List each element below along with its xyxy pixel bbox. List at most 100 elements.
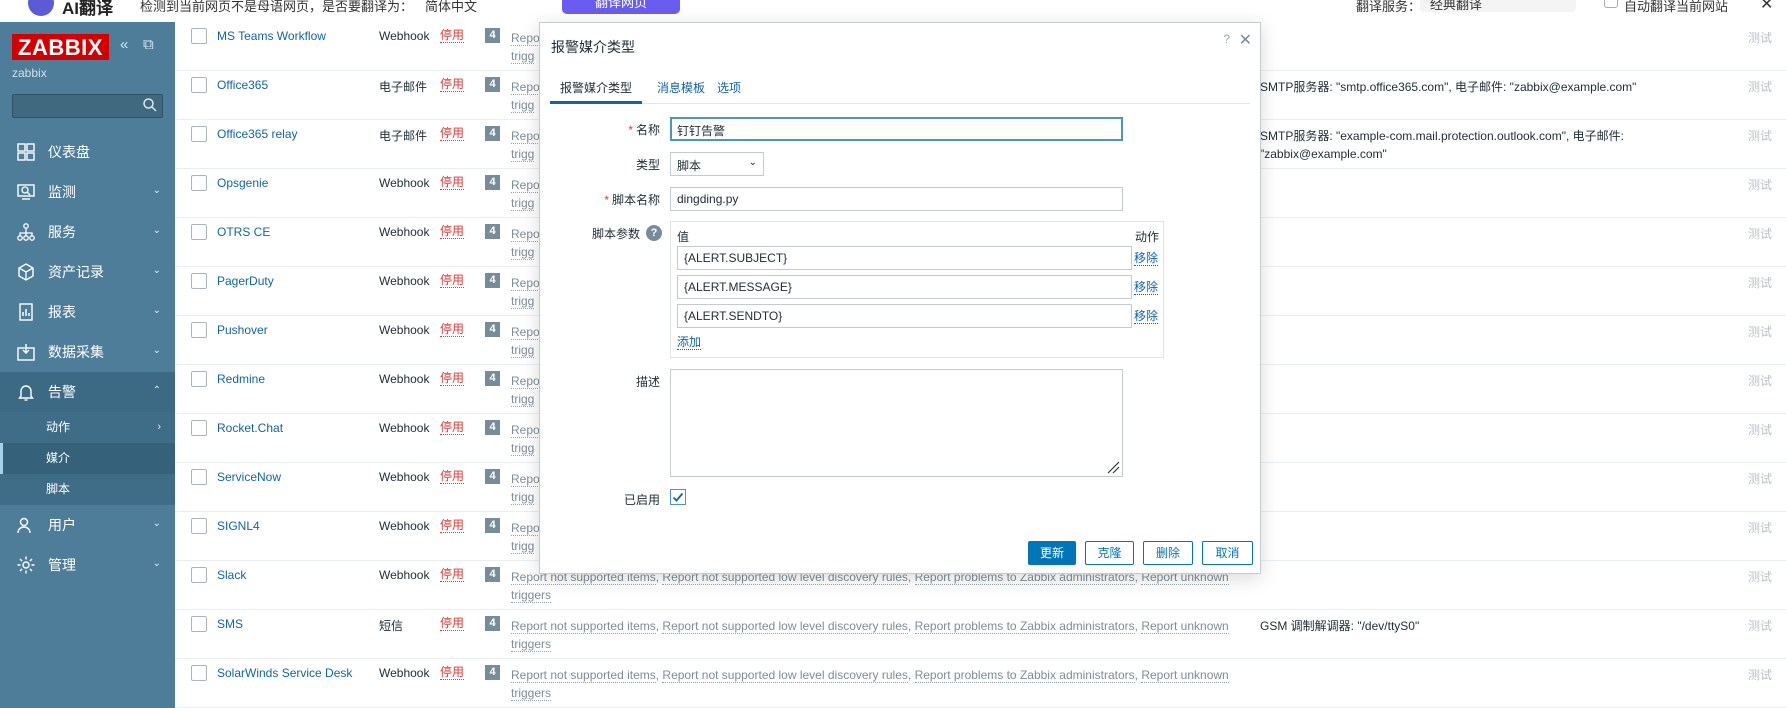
test-link[interactable]: 测试 bbox=[1748, 666, 1772, 683]
action-link[interactable]: trigg bbox=[511, 441, 535, 456]
media-name-link[interactable]: SMS bbox=[217, 617, 243, 631]
update-button[interactable]: 更新 bbox=[1028, 541, 1076, 565]
menu-item-reports[interactable]: 报表 ⌄ bbox=[0, 292, 175, 332]
test-link[interactable]: 测试 bbox=[1748, 470, 1772, 487]
menu-item-administration[interactable]: 管理 ⌄ bbox=[0, 545, 175, 585]
row-checkbox[interactable] bbox=[191, 273, 207, 289]
menu-item-dashboards[interactable]: 仪表盘 bbox=[0, 132, 175, 172]
status-toggle[interactable]: 停用 bbox=[440, 421, 465, 435]
target-language-select[interactable]: 简体中文 bbox=[425, 0, 477, 15]
action-link[interactable]: trigg bbox=[511, 196, 535, 211]
status-toggle[interactable]: 停用 bbox=[440, 176, 465, 190]
translation-service-select[interactable]: 经典翻译 bbox=[1420, 0, 1576, 12]
name-field[interactable]: 钉钉告警 bbox=[670, 117, 1123, 141]
description-textarea[interactable] bbox=[670, 369, 1123, 477]
menu-item-services[interactable]: 服务 ⌄ bbox=[0, 212, 175, 252]
status-toggle[interactable]: 停用 bbox=[440, 323, 465, 337]
status-toggle[interactable]: 停用 bbox=[440, 127, 465, 141]
action-link[interactable]: trigg bbox=[511, 49, 535, 64]
submenu-item-media-types[interactable]: 媒介 bbox=[0, 443, 175, 474]
media-name-link[interactable]: Opsgenie bbox=[217, 176, 268, 190]
remove-param-link[interactable]: 移除 bbox=[1134, 251, 1159, 266]
test-link[interactable]: 测试 bbox=[1748, 274, 1772, 291]
zabbix-logo[interactable]: ZABBIX bbox=[12, 34, 109, 60]
test-link[interactable]: 测试 bbox=[1748, 519, 1772, 536]
action-link[interactable]: Repo bbox=[511, 80, 540, 95]
action-link[interactable]: Report not supported items bbox=[511, 668, 656, 683]
media-name-link[interactable]: Rocket.Chat bbox=[217, 421, 283, 435]
enabled-checkbox[interactable] bbox=[670, 489, 686, 505]
menu-item-users[interactable]: 用户 ⌄ bbox=[0, 505, 175, 545]
row-checkbox[interactable] bbox=[191, 224, 207, 240]
menu-item-inventory[interactable]: 资产记录 ⌄ bbox=[0, 252, 175, 292]
media-name-link[interactable]: Pushover bbox=[217, 323, 268, 337]
help-icon[interactable]: ? bbox=[1223, 32, 1230, 46]
row-checkbox[interactable] bbox=[191, 175, 207, 191]
row-checkbox[interactable] bbox=[191, 518, 207, 534]
media-name-link[interactable]: Office365 relay bbox=[217, 127, 298, 141]
row-checkbox[interactable] bbox=[191, 567, 207, 583]
media-name-link[interactable]: Redmine bbox=[217, 372, 265, 386]
status-toggle[interactable]: 停用 bbox=[440, 372, 465, 386]
action-link[interactable]: Repo bbox=[511, 178, 540, 193]
test-link[interactable]: 测试 bbox=[1748, 568, 1772, 585]
action-link[interactable]: Repo bbox=[511, 423, 540, 438]
test-link[interactable]: 测试 bbox=[1748, 617, 1772, 634]
script-param-input[interactable]: {ALERT.MESSAGE} bbox=[677, 275, 1132, 299]
action-link[interactable]: trigg bbox=[511, 490, 535, 505]
media-name-link[interactable]: OTRS CE bbox=[217, 225, 270, 239]
status-toggle[interactable]: 停用 bbox=[440, 470, 465, 484]
action-link[interactable]: Report not supported low level discovery… bbox=[662, 668, 908, 683]
auto-translate-checkbox[interactable] bbox=[1604, 0, 1618, 8]
tab-message-templates[interactable]: 消息模板 bbox=[647, 79, 715, 104]
action-link[interactable]: Repo bbox=[511, 276, 540, 291]
test-link[interactable]: 测试 bbox=[1748, 78, 1772, 95]
action-link[interactable]: Report unknown bbox=[1141, 668, 1229, 683]
action-link[interactable]: Repo bbox=[511, 227, 540, 242]
action-link[interactable]: Report not supported low level discovery… bbox=[662, 619, 908, 634]
row-checkbox[interactable] bbox=[191, 665, 207, 681]
kiosk-mode-icon[interactable]: ⧉ bbox=[143, 36, 154, 53]
media-name-link[interactable]: Office365 bbox=[217, 78, 268, 92]
action-link[interactable]: trigg bbox=[511, 98, 535, 113]
tab-media-type[interactable]: 报警媒介类型 bbox=[550, 79, 643, 104]
status-toggle[interactable]: 停用 bbox=[440, 78, 465, 92]
translate-page-button[interactable]: 翻译网页 bbox=[562, 0, 680, 14]
test-link[interactable]: 测试 bbox=[1748, 176, 1772, 193]
media-name-link[interactable]: Slack bbox=[217, 568, 246, 582]
menu-item-alerts[interactable]: 告警 ⌃ bbox=[0, 372, 175, 412]
menu-item-monitoring[interactable]: 监测 ⌄ bbox=[0, 172, 175, 212]
media-name-link[interactable]: MS Teams Workflow bbox=[217, 29, 326, 43]
script-name-field[interactable]: dingding.py bbox=[670, 187, 1123, 211]
test-link[interactable]: 测试 bbox=[1748, 127, 1772, 144]
status-toggle[interactable]: 停用 bbox=[440, 666, 465, 680]
test-link[interactable]: 测试 bbox=[1748, 421, 1772, 438]
add-param-link[interactable]: 添加 bbox=[677, 335, 702, 350]
action-link[interactable]: Repo bbox=[511, 325, 540, 340]
menu-item-data-collection[interactable]: 数据采集 ⌄ bbox=[0, 332, 175, 372]
test-link[interactable]: 测试 bbox=[1748, 225, 1772, 242]
status-toggle[interactable]: 停用 bbox=[440, 519, 465, 533]
resize-handle-icon[interactable] bbox=[1104, 458, 1120, 474]
delete-button[interactable]: 删除 bbox=[1143, 541, 1193, 565]
action-link[interactable]: triggers bbox=[511, 588, 552, 603]
type-select[interactable]: 脚本 ⌄ bbox=[670, 152, 764, 176]
submenu-item-actions[interactable]: 动作 › bbox=[0, 412, 175, 443]
status-toggle[interactable]: 停用 bbox=[440, 568, 465, 582]
remove-param-link[interactable]: 移除 bbox=[1134, 280, 1159, 295]
close-icon[interactable]: ✕ bbox=[1239, 30, 1252, 50]
cancel-button[interactable]: 取消 bbox=[1202, 541, 1253, 565]
action-link[interactable]: Repo bbox=[511, 129, 540, 144]
script-param-input[interactable]: {ALERT.SENDTO} bbox=[677, 304, 1132, 328]
collapse-sidebar-icon[interactable]: « bbox=[120, 36, 128, 53]
row-checkbox[interactable] bbox=[191, 322, 207, 338]
row-checkbox[interactable] bbox=[191, 616, 207, 632]
row-checkbox[interactable] bbox=[191, 371, 207, 387]
media-name-link[interactable]: PagerDuty bbox=[217, 274, 274, 288]
search-icon[interactable] bbox=[142, 97, 158, 113]
remove-param-link[interactable]: 移除 bbox=[1134, 309, 1159, 324]
action-link[interactable]: trigg bbox=[511, 294, 535, 309]
action-link[interactable]: trigg bbox=[511, 147, 535, 162]
media-name-link[interactable]: ServiceNow bbox=[217, 470, 281, 484]
action-link[interactable]: trigg bbox=[511, 392, 535, 407]
